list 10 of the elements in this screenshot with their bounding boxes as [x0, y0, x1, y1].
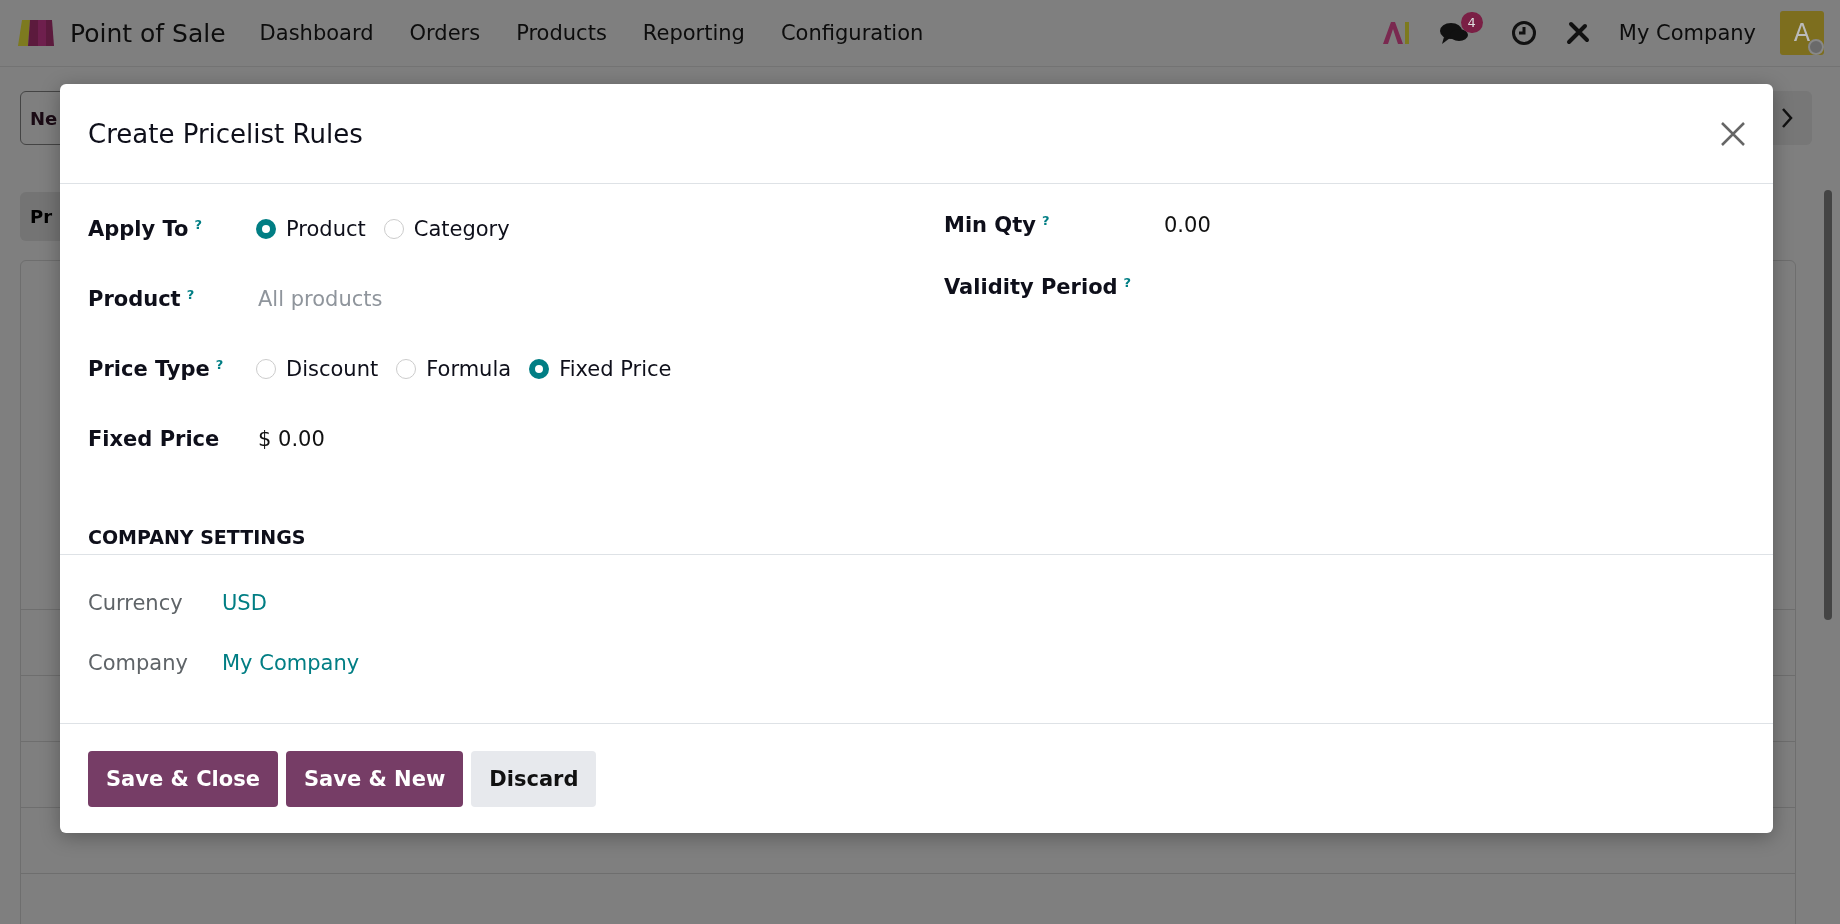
dialog-title: Create Pricelist Rules [88, 118, 363, 149]
field-label: Price Type [88, 357, 210, 381]
field-label: Company [88, 651, 189, 675]
field-label: Fixed Price [88, 427, 220, 451]
field-label: Min Qty [944, 213, 1036, 237]
field-label: Currency [88, 591, 184, 615]
section-title: COMPANY SETTINGS [88, 526, 307, 550]
field-label: Product [88, 287, 181, 311]
field-label: Validity Period [944, 275, 1118, 299]
message-count-badge: 4 [1460, 11, 1483, 33]
